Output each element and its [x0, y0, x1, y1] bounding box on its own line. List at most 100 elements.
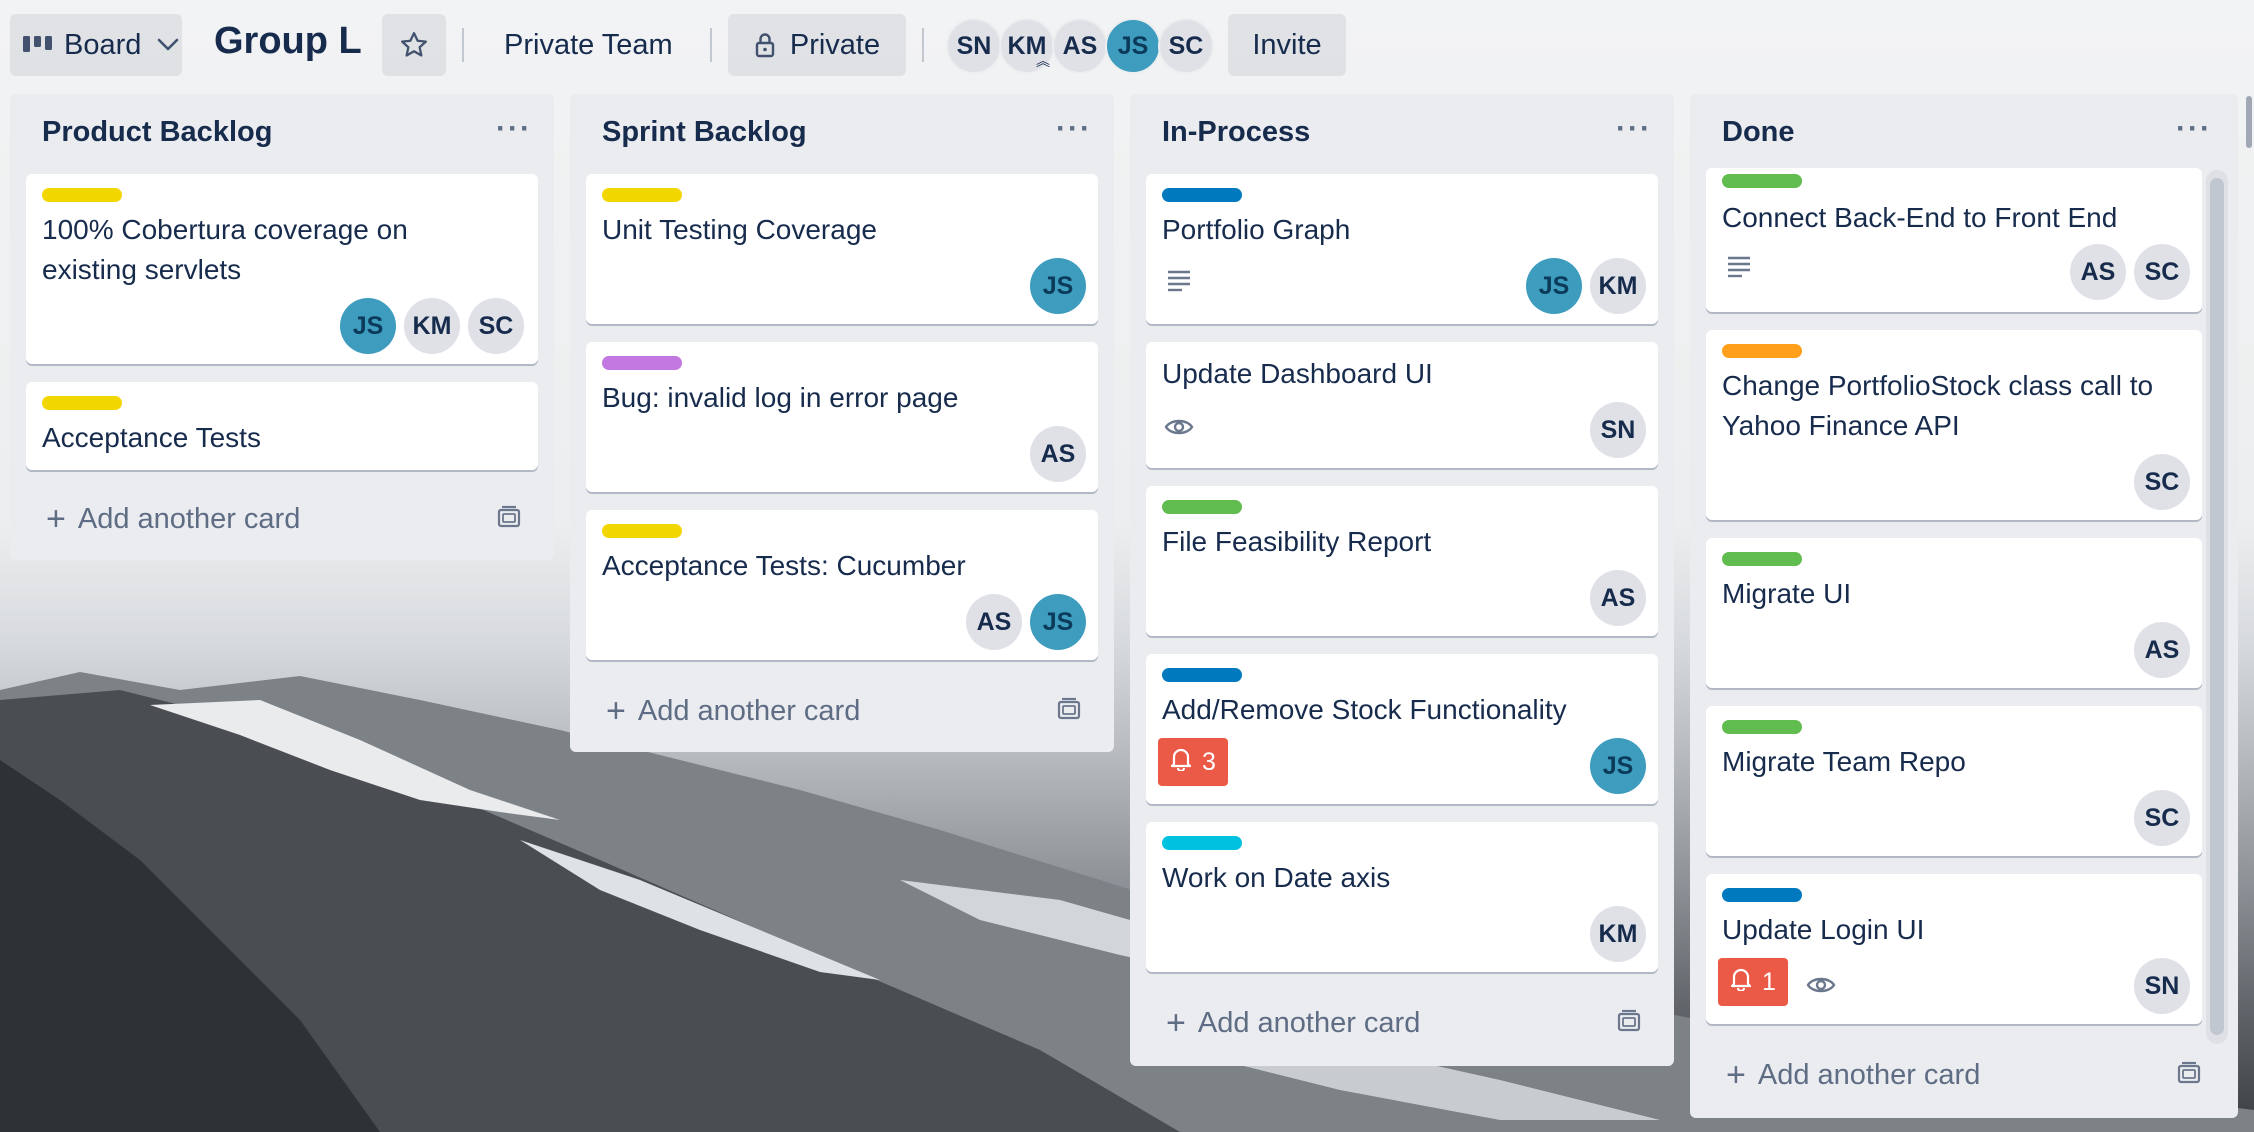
card-label-green — [1722, 552, 1802, 566]
list-menu-button[interactable]: ··· — [2176, 112, 2212, 146]
add-card-label: Add another card — [77, 503, 301, 535]
plus-icon: + — [606, 692, 626, 730]
add-card-button[interactable]: + Add another card — [46, 500, 300, 539]
card-member-avatar[interactable]: SC — [2134, 790, 2190, 846]
member-avatar[interactable]: AS — [1052, 18, 1108, 74]
star-button[interactable] — [382, 14, 446, 76]
card-member-avatar[interactable]: SC — [2134, 454, 2190, 510]
card-member-avatar[interactable]: SN — [1590, 402, 1646, 458]
card-member-avatar[interactable]: JS — [1526, 258, 1582, 314]
card[interactable]: Add/Remove Stock Functionality 3 JS — [1146, 654, 1658, 804]
plus-icon: + — [1166, 1004, 1186, 1042]
board-switcher-button[interactable]: Board — [10, 14, 182, 76]
card-member-avatar[interactable]: JS — [1590, 738, 1646, 794]
card[interactable]: Bug: invalid log in error page AS — [586, 342, 1098, 492]
member-avatar[interactable]: SC — [1158, 18, 1214, 74]
card[interactable]: Migrate UI AS — [1706, 538, 2202, 688]
card-title: Change PortfolioStock class call to Yaho… — [1722, 370, 2154, 441]
list-title[interactable]: Done — [1722, 116, 1795, 149]
board-switcher-label: Board — [64, 28, 142, 61]
list-menu-button[interactable]: ··· — [496, 112, 532, 146]
card-title: Update Login UI — [1722, 914, 1925, 945]
card[interactable]: Update Login UI 1 SN — [1706, 874, 2202, 1024]
card-member-avatar[interactable]: SN — [2134, 958, 2190, 1014]
add-card-label: Add another card — [1197, 1007, 1421, 1039]
card[interactable]: Acceptance Tests: Cucumber AS JS — [586, 510, 1098, 660]
board-icon — [22, 34, 54, 56]
card-title: Portfolio Graph — [1162, 214, 1351, 245]
admin-chevron-icon: ︽ — [1036, 53, 1050, 69]
card[interactable]: File Feasibility Report AS — [1146, 486, 1658, 636]
description-icon — [1166, 268, 1192, 299]
list-title[interactable]: Sprint Backlog — [602, 116, 807, 149]
team-button[interactable]: Private Team — [484, 14, 693, 76]
notification-badge[interactable]: 1 — [1718, 958, 1788, 1006]
card[interactable]: Acceptance Tests — [26, 382, 538, 470]
notification-count: 3 — [1202, 747, 1216, 776]
add-card-button[interactable]: + Add another card — [1726, 1056, 1980, 1095]
card[interactable]: Work on Date axis KM — [1146, 822, 1658, 972]
card-member-avatar[interactable]: AS — [2070, 244, 2126, 300]
card-member-avatar[interactable]: KM — [404, 298, 460, 354]
card-title: File Feasibility Report — [1162, 526, 1432, 557]
member-avatar[interactable]: SN — [946, 18, 1002, 74]
board-title[interactable]: Group L — [214, 20, 362, 63]
card-member-avatar[interactable]: AS — [966, 594, 1022, 650]
list-menu-button[interactable]: ··· — [1616, 112, 1652, 146]
card-label-yellow — [602, 524, 682, 538]
card[interactable]: 100% Cobertura coverage on existing serv… — [26, 174, 538, 364]
card-member-avatar[interactable]: AS — [1590, 570, 1646, 626]
card[interactable]: Migrate Team Repo SC — [1706, 706, 2202, 856]
card-title: 100% Cobertura coverage on existing serv… — [42, 214, 408, 285]
card-member-avatar[interactable]: SC — [2134, 244, 2190, 300]
card-member-avatar[interactable]: AS — [2134, 622, 2190, 678]
card[interactable]: Update Dashboard UI SN — [1146, 342, 1658, 468]
header-divider — [710, 28, 712, 62]
visibility-button[interactable]: Private — [728, 14, 906, 76]
bell-icon — [1730, 967, 1752, 998]
member-avatar[interactable]: JS — [1105, 18, 1161, 74]
chevron-down-icon — [157, 38, 179, 52]
card[interactable]: Connect Back-End to Front End AS SC — [1706, 168, 2202, 312]
notification-badge[interactable]: 3 — [1158, 738, 1228, 786]
card-member-avatar[interactable]: JS — [340, 298, 396, 354]
bell-icon — [1170, 747, 1192, 778]
card-member-avatar[interactable]: KM — [1590, 258, 1646, 314]
watch-icon — [1806, 972, 1836, 1003]
card-label-blue — [1162, 188, 1242, 202]
card-template-icon[interactable] — [1616, 1008, 1642, 1039]
header-divider — [922, 28, 924, 62]
card-member-avatar[interactable]: KM — [1590, 906, 1646, 962]
card-member-avatar[interactable]: SC — [468, 298, 524, 354]
card-template-icon[interactable] — [2176, 1060, 2202, 1091]
page-scrollbar[interactable] — [2246, 96, 2252, 148]
card-template-icon[interactable] — [1056, 696, 1082, 727]
card[interactable]: Unit Testing Coverage JS — [586, 174, 1098, 324]
card-title: Unit Testing Coverage — [602, 214, 877, 245]
board-header: Board Group L Private Team Private SN KM… — [0, 0, 2254, 92]
card-label-yellow — [602, 188, 682, 202]
list-title[interactable]: Product Backlog — [42, 116, 272, 149]
card-label-blue — [1722, 888, 1802, 902]
add-card-button[interactable]: + Add another card — [1166, 1004, 1420, 1043]
list-menu-button[interactable]: ··· — [1056, 112, 1092, 146]
card-title: Connect Back-End to Front End — [1722, 202, 2118, 233]
list-title[interactable]: In-Process — [1162, 116, 1310, 149]
card-label-green — [1162, 500, 1242, 514]
card-title: Work on Date axis — [1162, 862, 1391, 893]
card-member-avatar[interactable]: JS — [1030, 258, 1086, 314]
card-title: Acceptance Tests: Cucumber — [602, 550, 966, 581]
card-label-purple — [602, 356, 682, 370]
card-label-blue — [1162, 668, 1242, 682]
card-member-avatar[interactable]: AS — [1030, 426, 1086, 482]
card[interactable]: Portfolio Graph JS KM — [1146, 174, 1658, 324]
card[interactable]: Change PortfolioStock class call to Yaho… — [1706, 330, 2202, 520]
card-label-yellow — [42, 396, 122, 410]
card-member-avatar[interactable]: JS — [1030, 594, 1086, 650]
card-title: Acceptance Tests — [42, 422, 261, 453]
plus-icon: + — [1726, 1056, 1746, 1094]
card-template-icon[interactable] — [496, 504, 522, 535]
plus-icon: + — [46, 500, 66, 538]
invite-button[interactable]: Invite — [1228, 14, 1346, 76]
add-card-button[interactable]: + Add another card — [606, 692, 860, 731]
